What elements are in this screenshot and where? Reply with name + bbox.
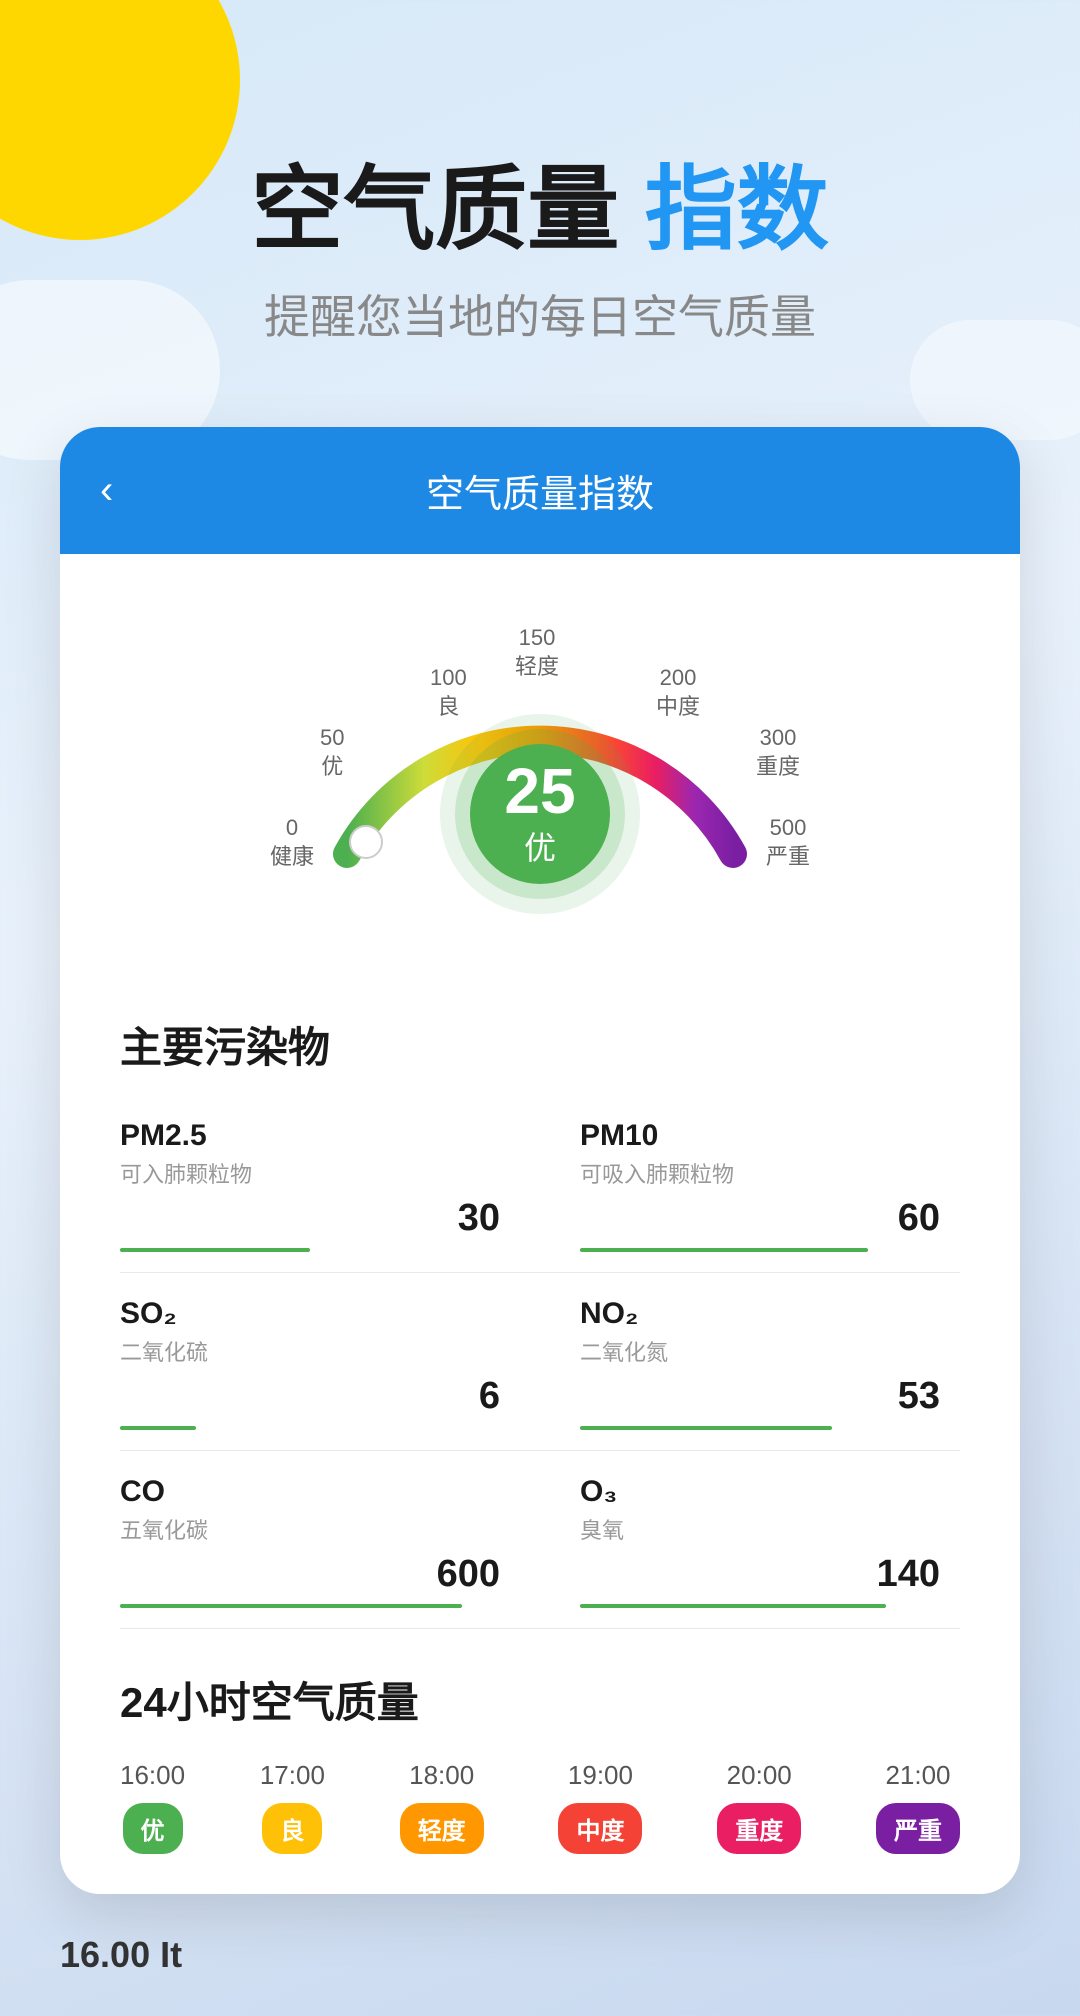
pollutant-pm10-bar <box>580 1248 868 1252</box>
pollutant-pm25-sub: 可入肺颗粒物 <box>120 1157 500 1189</box>
gauge-center-bg: 25 优 <box>440 714 640 914</box>
scale-500: 500严重 <box>766 814 810 871</box>
gauge-mid-circle: 25 优 <box>455 729 625 899</box>
pollutant-pm25-bar <box>120 1248 310 1252</box>
hourly-time-1900: 19:00 <box>568 1760 633 1791</box>
pollutant-no2-value: 53 <box>898 1375 940 1418</box>
pollutant-co-bar <box>120 1604 462 1608</box>
pollutant-so2-value: 6 <box>479 1375 500 1418</box>
hourly-time-2000: 20:00 <box>727 1760 792 1791</box>
pollutant-pm25-value: 30 <box>458 1197 500 1240</box>
hourly-item-1700: 17:00 良 <box>260 1760 325 1854</box>
pollutant-pm10: PM10 可吸入肺颗粒物 60 <box>540 1095 960 1273</box>
hero-title: 空气质量 指数 <box>0 160 1080 261</box>
hourly-time-1700: 17:00 <box>260 1760 325 1791</box>
pollutant-so2: SO₂ 二氧化硫 6 <box>120 1273 540 1451</box>
scale-300: 300重度 <box>756 724 800 781</box>
bottom-section: 16.00 It <box>0 1894 1080 2016</box>
gauge-section: 0健康 50优 100良 150轻度 200中度 300重度 500严重 <box>60 554 1020 974</box>
hourly-item-1800: 18:00 轻度 <box>400 1760 484 1854</box>
gauge-grade: 优 <box>524 823 556 869</box>
back-button[interactable]: ‹ <box>100 468 113 513</box>
pollutant-no2-bar <box>580 1426 832 1430</box>
pollutant-so2-name: SO₂ <box>120 1297 500 1331</box>
pollutant-co: CO 五氧化碳 600 <box>120 1451 540 1629</box>
hourly-badge-1800: 轻度 <box>400 1803 484 1854</box>
pollutant-pm10-sub: 可吸入肺颗粒物 <box>580 1157 940 1189</box>
pollutant-so2-bar <box>120 1426 196 1430</box>
hourly-item-2000: 20:00 重度 <box>717 1760 801 1854</box>
pollutant-pm10-name: PM10 <box>580 1119 940 1153</box>
bottom-time: 16.00 It <box>60 1934 182 1975</box>
hourly-badge-2000: 重度 <box>717 1803 801 1854</box>
hourly-time-1800: 18:00 <box>409 1760 474 1791</box>
hourly-badge-1700: 良 <box>262 1803 322 1854</box>
pollutant-o3: O₃ 臭氧 140 <box>540 1451 960 1629</box>
scale-200: 200中度 <box>656 664 700 721</box>
pollutant-co-value: 600 <box>437 1553 500 1596</box>
scale-150: 150轻度 <box>515 624 559 681</box>
pollutant-co-sub: 五氧化碳 <box>120 1513 500 1545</box>
main-card: ‹ 空气质量指数 <box>60 427 1020 1894</box>
hourly-item-1600: 16:00 优 <box>120 1760 185 1854</box>
gauge-container: 0健康 50优 100良 150轻度 200中度 300重度 500严重 <box>260 614 820 934</box>
pollutant-o3-value: 140 <box>877 1553 940 1596</box>
pollutant-pm25-name: PM2.5 <box>120 1119 500 1153</box>
pollutant-pm10-value: 60 <box>898 1197 940 1240</box>
hourly-title: 24小时空气质量 <box>120 1669 960 1730</box>
hourly-time-2100: 21:00 <box>885 1760 950 1791</box>
hero-subtitle: 提醒您当地的每日空气质量 <box>0 281 1080 347</box>
card-header: ‹ 空气质量指数 <box>60 427 1020 554</box>
pollutant-o3-name: O₃ <box>580 1475 940 1509</box>
scale-50: 50优 <box>320 724 344 781</box>
hourly-row: 16:00 优 17:00 良 18:00 轻度 19:00 中度 20:00 … <box>120 1760 960 1854</box>
hourly-item-1900: 19:00 中度 <box>558 1760 642 1854</box>
pollutant-so2-sub: 二氧化硫 <box>120 1335 500 1367</box>
pollutant-no2: NO₂ 二氧化氮 53 <box>540 1273 960 1451</box>
hourly-item-2100: 21:00 严重 <box>876 1760 960 1854</box>
hourly-badge-1600: 优 <box>123 1803 183 1854</box>
pollutant-co-name: CO <box>120 1475 500 1509</box>
scale-0: 0健康 <box>270 814 314 871</box>
hourly-badge-1900: 中度 <box>558 1803 642 1854</box>
gauge-outer-circle: 25 优 <box>440 714 640 914</box>
pollutant-o3-bar <box>580 1604 886 1608</box>
pollutants-title: 主要污染物 <box>60 974 1020 1095</box>
gauge-inner-circle: 25 优 <box>470 744 610 884</box>
pollutants-grid: PM2.5 可入肺颗粒物 30 PM10 可吸入肺颗粒物 60 SO₂ 二氧化硫… <box>60 1095 1020 1649</box>
gauge-value: 25 <box>504 759 575 823</box>
hero-section: 空气质量 指数 提醒您当地的每日空气质量 <box>0 0 1080 347</box>
hourly-badge-2100: 严重 <box>876 1803 960 1854</box>
pollutant-pm25: PM2.5 可入肺颗粒物 30 <box>120 1095 540 1273</box>
pollutant-no2-sub: 二氧化氮 <box>580 1335 940 1367</box>
pollutant-o3-sub: 臭氧 <box>580 1513 940 1545</box>
pollutant-no2-name: NO₂ <box>580 1297 940 1331</box>
hourly-section: 24小时空气质量 16:00 优 17:00 良 18:00 轻度 19:00 … <box>60 1649 1020 1894</box>
hero-title-black: 空气质量 <box>251 159 619 261</box>
hourly-time-1600: 16:00 <box>120 1760 185 1791</box>
card-title: 空气质量指数 <box>426 463 654 518</box>
hero-title-blue: 指数 <box>645 159 829 261</box>
scale-100: 100良 <box>430 664 467 721</box>
